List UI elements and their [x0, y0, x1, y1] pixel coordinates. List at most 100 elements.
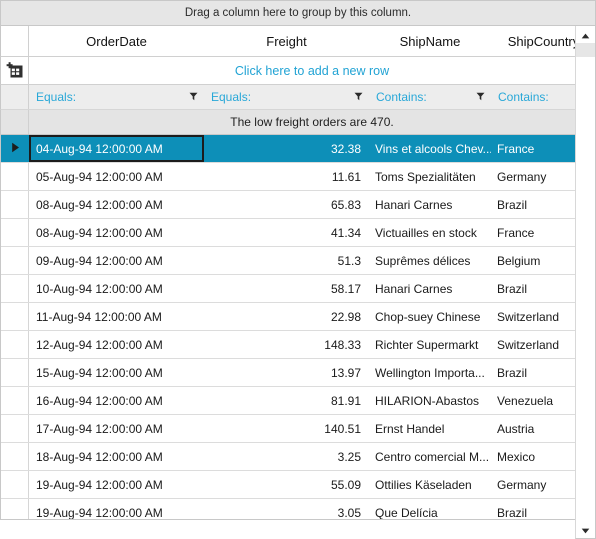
table-row[interactable]: 18-Aug-94 12:00:00 AM 3.25 Centro comercia… [1, 443, 595, 471]
funnel-icon[interactable] [476, 90, 485, 104]
cell-orderdate[interactable]: 10-Aug-94 12:00:00 AM [29, 275, 204, 302]
cell-freight[interactable]: 11.61 [204, 163, 369, 190]
cell-freight[interactable]: 148.33 [204, 331, 369, 358]
cell-shipname[interactable]: Wellington Importa... [369, 359, 491, 386]
cell-freight[interactable]: 13.97 [204, 359, 369, 386]
cell-orderdate[interactable]: 15-Aug-94 12:00:00 AM [29, 359, 204, 386]
row-indicator-cell[interactable] [1, 471, 29, 498]
cell-shipname[interactable]: Hanari Carnes [369, 275, 491, 302]
vertical-scrollbar[interactable] [575, 26, 596, 539]
row-indicator-cell[interactable] [1, 135, 29, 162]
table-row[interactable]: 08-Aug-94 12:00:00 AM 65.83 Hanari Carnes B… [1, 191, 595, 219]
cell-shipname[interactable]: Toms Spezialitäten [369, 163, 491, 190]
column-header-label: ShipCountry [507, 33, 580, 49]
cell-orderdate[interactable]: 19-Aug-94 12:00:00 AM [29, 499, 204, 520]
cell-freight[interactable]: 140.51 [204, 415, 369, 442]
table-row[interactable]: 19-Aug-94 12:00:00 AM 3.05 Que Delícia Braz… [1, 499, 595, 520]
row-indicator-cell[interactable] [1, 499, 29, 519]
table-row-cells: 12-Aug-94 12:00:00 AM 148.33 Richter Super… [29, 331, 595, 358]
table-row-cells: 05-Aug-94 12:00:00 AM 11.61 Toms Spezialit… [29, 163, 595, 190]
row-indicator-cell[interactable] [1, 387, 29, 414]
header-indicator-cell [1, 26, 29, 56]
cell-orderdate[interactable]: 08-Aug-94 12:00:00 AM [29, 191, 204, 218]
table-row[interactable]: 04-Aug-94 12:00:00 AM 32.38 Vins et alcool… [1, 135, 595, 163]
cell-orderdate[interactable]: 19-Aug-94 12:00:00 AM [29, 471, 204, 498]
row-indicator-cell[interactable] [1, 163, 29, 190]
table-row[interactable]: 10-Aug-94 12:00:00 AM 58.17 Hanari Carnes B… [1, 275, 595, 303]
cell-orderdate[interactable]: 08-Aug-94 12:00:00 AM [29, 219, 204, 246]
cell-orderdate[interactable]: 17-Aug-94 12:00:00 AM [29, 415, 204, 442]
filter-cell-orderdate[interactable]: Equals: [29, 85, 204, 109]
row-indicator-cell[interactable] [1, 443, 29, 470]
column-header-orderdate[interactable]: OrderDate [29, 26, 204, 56]
column-header-label: ShipName [399, 33, 461, 49]
group-by-panel[interactable]: Drag a column here to group by this colu… [0, 0, 596, 26]
cell-shipname[interactable]: Hanari Carnes [369, 191, 491, 218]
cell-freight[interactable]: 3.25 [204, 443, 369, 470]
cell-freight[interactable]: 55.09 [204, 471, 369, 498]
filter-row-cells: Equals: Equals: Contains: Contains: [29, 85, 596, 109]
table-row[interactable]: 09-Aug-94 12:00:00 AM 51.3 Suprêmes délice… [1, 247, 595, 275]
row-indicator-cell[interactable] [1, 359, 29, 386]
cell-orderdate[interactable]: 04-Aug-94 12:00:00 AM [29, 135, 204, 162]
filter-cell-freight[interactable]: Equals: [204, 85, 369, 109]
cell-freight[interactable]: 51.3 [204, 247, 369, 274]
summary-row: The low freight orders are 470. [0, 110, 596, 135]
cell-freight[interactable]: 32.38 [204, 135, 369, 162]
cell-shipname[interactable]: Que Delícia [369, 499, 491, 520]
table-row[interactable]: 11-Aug-94 12:00:00 AM 22.98 Chop-suey Chin… [1, 303, 595, 331]
row-indicator-cell[interactable] [1, 247, 29, 274]
cell-freight[interactable]: 58.17 [204, 275, 369, 302]
scroll-down-button[interactable] [576, 521, 595, 538]
cell-orderdate[interactable]: 16-Aug-94 12:00:00 AM [29, 387, 204, 414]
table-row[interactable]: 15-Aug-94 12:00:00 AM 13.97 Wellington Imp… [1, 359, 595, 387]
cell-orderdate[interactable]: 12-Aug-94 12:00:00 AM [29, 331, 204, 358]
cell-orderdate[interactable]: 09-Aug-94 12:00:00 AM [29, 247, 204, 274]
row-indicator-cell[interactable] [1, 303, 29, 330]
cell-shipname[interactable]: Centro comercial M... [369, 443, 491, 470]
funnel-icon[interactable] [189, 90, 198, 104]
cell-shipname[interactable]: HILARION-Abastos [369, 387, 491, 414]
cell-shipname[interactable]: Ernst Handel [369, 415, 491, 442]
row-indicator-cell[interactable] [1, 191, 29, 218]
summary-row-text: The low freight orders are 470. [230, 115, 394, 129]
funnel-icon[interactable] [354, 90, 363, 104]
filter-operator-label: Contains: [376, 90, 427, 104]
summary-row-body: The low freight orders are 470. [29, 110, 595, 134]
scrollbar-thumb[interactable] [576, 43, 595, 57]
cell-shipname[interactable]: Suprêmes délices [369, 247, 491, 274]
cell-freight[interactable]: 65.83 [204, 191, 369, 218]
add-new-row[interactable]: Click here to add a new row [0, 57, 596, 85]
filter-row-indicator [1, 85, 29, 109]
row-indicator-cell[interactable] [1, 415, 29, 442]
cell-shipname[interactable]: Richter Supermarkt [369, 331, 491, 358]
cell-freight[interactable]: 41.34 [204, 219, 369, 246]
table-row[interactable]: 19-Aug-94 12:00:00 AM 55.09 Ottilies Käsel… [1, 471, 595, 499]
cell-shipname[interactable]: Ottilies Käseladen [369, 471, 491, 498]
play-triangle-icon [11, 142, 20, 156]
cell-orderdate[interactable]: 05-Aug-94 12:00:00 AM [29, 163, 204, 190]
row-indicator-cell[interactable] [1, 331, 29, 358]
table-row[interactable]: 08-Aug-94 12:00:00 AM 41.34 Victuailles en… [1, 219, 595, 247]
cell-orderdate[interactable]: 18-Aug-94 12:00:00 AM [29, 443, 204, 470]
add-new-row-body[interactable]: Click here to add a new row [29, 57, 595, 84]
table-row[interactable]: 16-Aug-94 12:00:00 AM 81.91 HILARION-Abast… [1, 387, 595, 415]
table-row[interactable]: 17-Aug-94 12:00:00 AM 140.51 Ernst Handel A… [1, 415, 595, 443]
cell-orderdate[interactable]: 11-Aug-94 12:00:00 AM [29, 303, 204, 330]
cell-shipname[interactable]: Victuailles en stock [369, 219, 491, 246]
row-indicator-cell[interactable] [1, 219, 29, 246]
table-row-cells: 09-Aug-94 12:00:00 AM 51.3 Suprêmes délice… [29, 247, 595, 274]
scroll-up-button[interactable] [576, 26, 595, 43]
filter-cell-shipname[interactable]: Contains: [369, 85, 491, 109]
cell-shipname[interactable]: Vins et alcools Chev... [369, 135, 491, 162]
cell-freight[interactable]: 3.05 [204, 499, 369, 520]
row-indicator-cell[interactable] [1, 275, 29, 302]
column-header-freight[interactable]: Freight [204, 26, 369, 56]
cell-freight[interactable]: 22.98 [204, 303, 369, 330]
cell-freight[interactable]: 81.91 [204, 387, 369, 414]
cell-shipname[interactable]: Chop-suey Chinese [369, 303, 491, 330]
scrollbar-track[interactable] [576, 57, 595, 521]
table-row[interactable]: 12-Aug-94 12:00:00 AM 148.33 Richter Super… [1, 331, 595, 359]
table-row[interactable]: 05-Aug-94 12:00:00 AM 11.61 Toms Spezialit… [1, 163, 595, 191]
column-header-shipname[interactable]: ShipName [369, 26, 491, 56]
